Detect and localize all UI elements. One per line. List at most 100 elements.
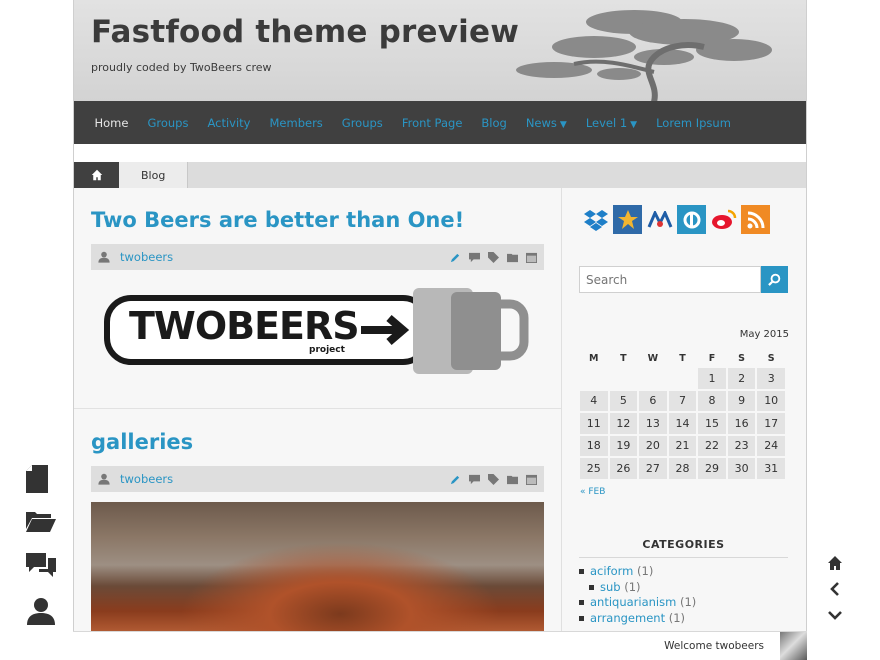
category-item: aciform (1) [579, 564, 788, 580]
page-icon[interactable] [26, 465, 60, 509]
weekday: T [620, 352, 627, 364]
category-link[interactable]: arrangement [590, 611, 665, 625]
calendar-day [669, 368, 697, 389]
calendar-day: 23 [727, 435, 756, 456]
category-link[interactable]: sub [600, 580, 621, 594]
nav-item-level-1[interactable]: Level 1 ▼ [576, 116, 646, 130]
bullet [579, 600, 584, 605]
nav-item-groups[interactable]: Groups [138, 116, 198, 130]
avatar[interactable] [780, 631, 807, 660]
post-title[interactable]: galleries [91, 430, 544, 454]
page: Fastfood theme preview proudly coded by … [73, 0, 807, 660]
right-toolbar [827, 555, 847, 633]
site-title[interactable]: Fastfood theme preview [91, 14, 519, 50]
welcome-text[interactable]: Welcome twobeers [664, 640, 764, 652]
gallery-photo[interactable] [91, 502, 544, 642]
calendar-day: 18 [580, 435, 608, 456]
category-item: arrangement (1) [579, 611, 788, 627]
calendar-day: 25 [580, 458, 608, 479]
twobeers-logo: TWOBEERS project [91, 280, 544, 380]
calendar: May 2015 M T W T F S S 1 2 3 4 5 6 7 8 9… [580, 329, 789, 497]
bonsai-tree-image [516, 10, 772, 101]
calendar-day: 16 [727, 413, 756, 434]
chevron-left-icon[interactable] [827, 581, 847, 607]
edit-icon[interactable] [450, 474, 461, 485]
site-header: Fastfood theme preview proudly coded by … [74, 0, 806, 101]
calendar-day: 13 [639, 413, 667, 434]
home-icon[interactable] [827, 555, 847, 581]
folder-icon[interactable] [26, 509, 60, 553]
twobeers-logo-subtext: project [309, 345, 345, 355]
post-meta: twobeers [91, 244, 544, 270]
calendar-day: 8 [698, 390, 726, 411]
calendar-day: 27 [639, 458, 667, 479]
nav-item-blog[interactable]: Blog [472, 116, 516, 130]
categories-list: aciform (1) sub (1) antiquarianism (1) a… [579, 564, 788, 626]
weekday: S [767, 352, 775, 364]
post-author[interactable]: twobeers [120, 250, 450, 264]
calendar-caption: May 2015 [739, 329, 789, 340]
calendar-day [639, 368, 667, 389]
calendar-icon[interactable] [526, 252, 537, 263]
chevron-down-icon[interactable] [827, 607, 847, 633]
calendar-day: 24 [757, 435, 785, 456]
calendar-day: 7 [668, 390, 697, 411]
home-icon [91, 169, 102, 181]
post-meta: twobeers [91, 466, 544, 492]
categories-widget: CATEGORIES aciform (1) sub (1) antiquari… [579, 538, 788, 626]
favourites-icon[interactable] [613, 205, 642, 234]
welcome-bar: Welcome twobeers [73, 631, 807, 660]
comment-icon[interactable] [469, 252, 480, 263]
nav-item-groups-2[interactable]: Groups [332, 116, 392, 130]
search-input[interactable] [579, 266, 761, 293]
tag-icon[interactable] [488, 251, 499, 263]
calendar-day: 31 [757, 458, 785, 479]
category-link[interactable]: aciform [590, 564, 633, 578]
calendar-day: 9 [727, 390, 756, 411]
post-title[interactable]: Two Beers are better than One! [91, 208, 544, 232]
delicious-icon[interactable] [645, 205, 674, 234]
folder-icon[interactable] [507, 474, 518, 485]
weibo-icon[interactable] [709, 205, 738, 234]
tag-icon[interactable] [488, 473, 499, 485]
category-link[interactable]: antiquarianism [590, 595, 676, 609]
comments-icon[interactable] [26, 553, 60, 597]
breadcrumb-home[interactable] [74, 162, 119, 188]
dropbox-icon[interactable] [581, 205, 610, 234]
bullet [589, 584, 594, 590]
comment-icon[interactable] [469, 474, 480, 485]
nav-item-activity[interactable]: Activity [198, 116, 260, 130]
chevron-down-icon: ▼ [630, 119, 638, 130]
calendar-icon[interactable] [526, 474, 537, 485]
picasa-icon[interactable] [677, 205, 706, 234]
post: Two Beers are better than One! twobeers [74, 208, 561, 380]
weekday: S [738, 352, 746, 364]
chevron-down-icon: ▼ [559, 119, 567, 130]
nav-item-news[interactable]: News ▼ [516, 116, 576, 130]
calendar-prev-link[interactable]: « FEB [580, 487, 789, 497]
user-icon [98, 473, 110, 485]
social-icons [581, 205, 770, 234]
calendar-day: 4 [580, 390, 608, 411]
post-author[interactable]: twobeers [120, 472, 450, 486]
content-area: Two Beers are better than One! twobeers [74, 188, 562, 660]
categories-title: CATEGORIES [579, 538, 788, 558]
rss-icon[interactable] [741, 205, 770, 234]
edit-icon[interactable] [450, 252, 461, 263]
nav-item-home[interactable]: Home [85, 116, 138, 130]
nav-item-lorem-ipsum[interactable]: Lorem Ipsum [647, 116, 741, 130]
nav-item-members[interactable]: Members [260, 116, 332, 130]
twobeers-logo-text: TWOBEERS [129, 304, 360, 348]
divider [74, 408, 561, 409]
breadcrumb: Blog [74, 162, 806, 188]
folder-icon[interactable] [507, 252, 518, 263]
nav-item-front-page[interactable]: Front Page [392, 116, 472, 130]
search-button[interactable] [761, 266, 788, 293]
calendar-day: 26 [609, 458, 638, 479]
user-icon[interactable] [26, 597, 60, 641]
right-rail [807, 0, 880, 660]
calendar-day: 10 [757, 390, 785, 411]
category-item: sub (1) [579, 580, 788, 596]
breadcrumb-current[interactable]: Blog [119, 162, 189, 188]
weekday: F [708, 352, 716, 364]
